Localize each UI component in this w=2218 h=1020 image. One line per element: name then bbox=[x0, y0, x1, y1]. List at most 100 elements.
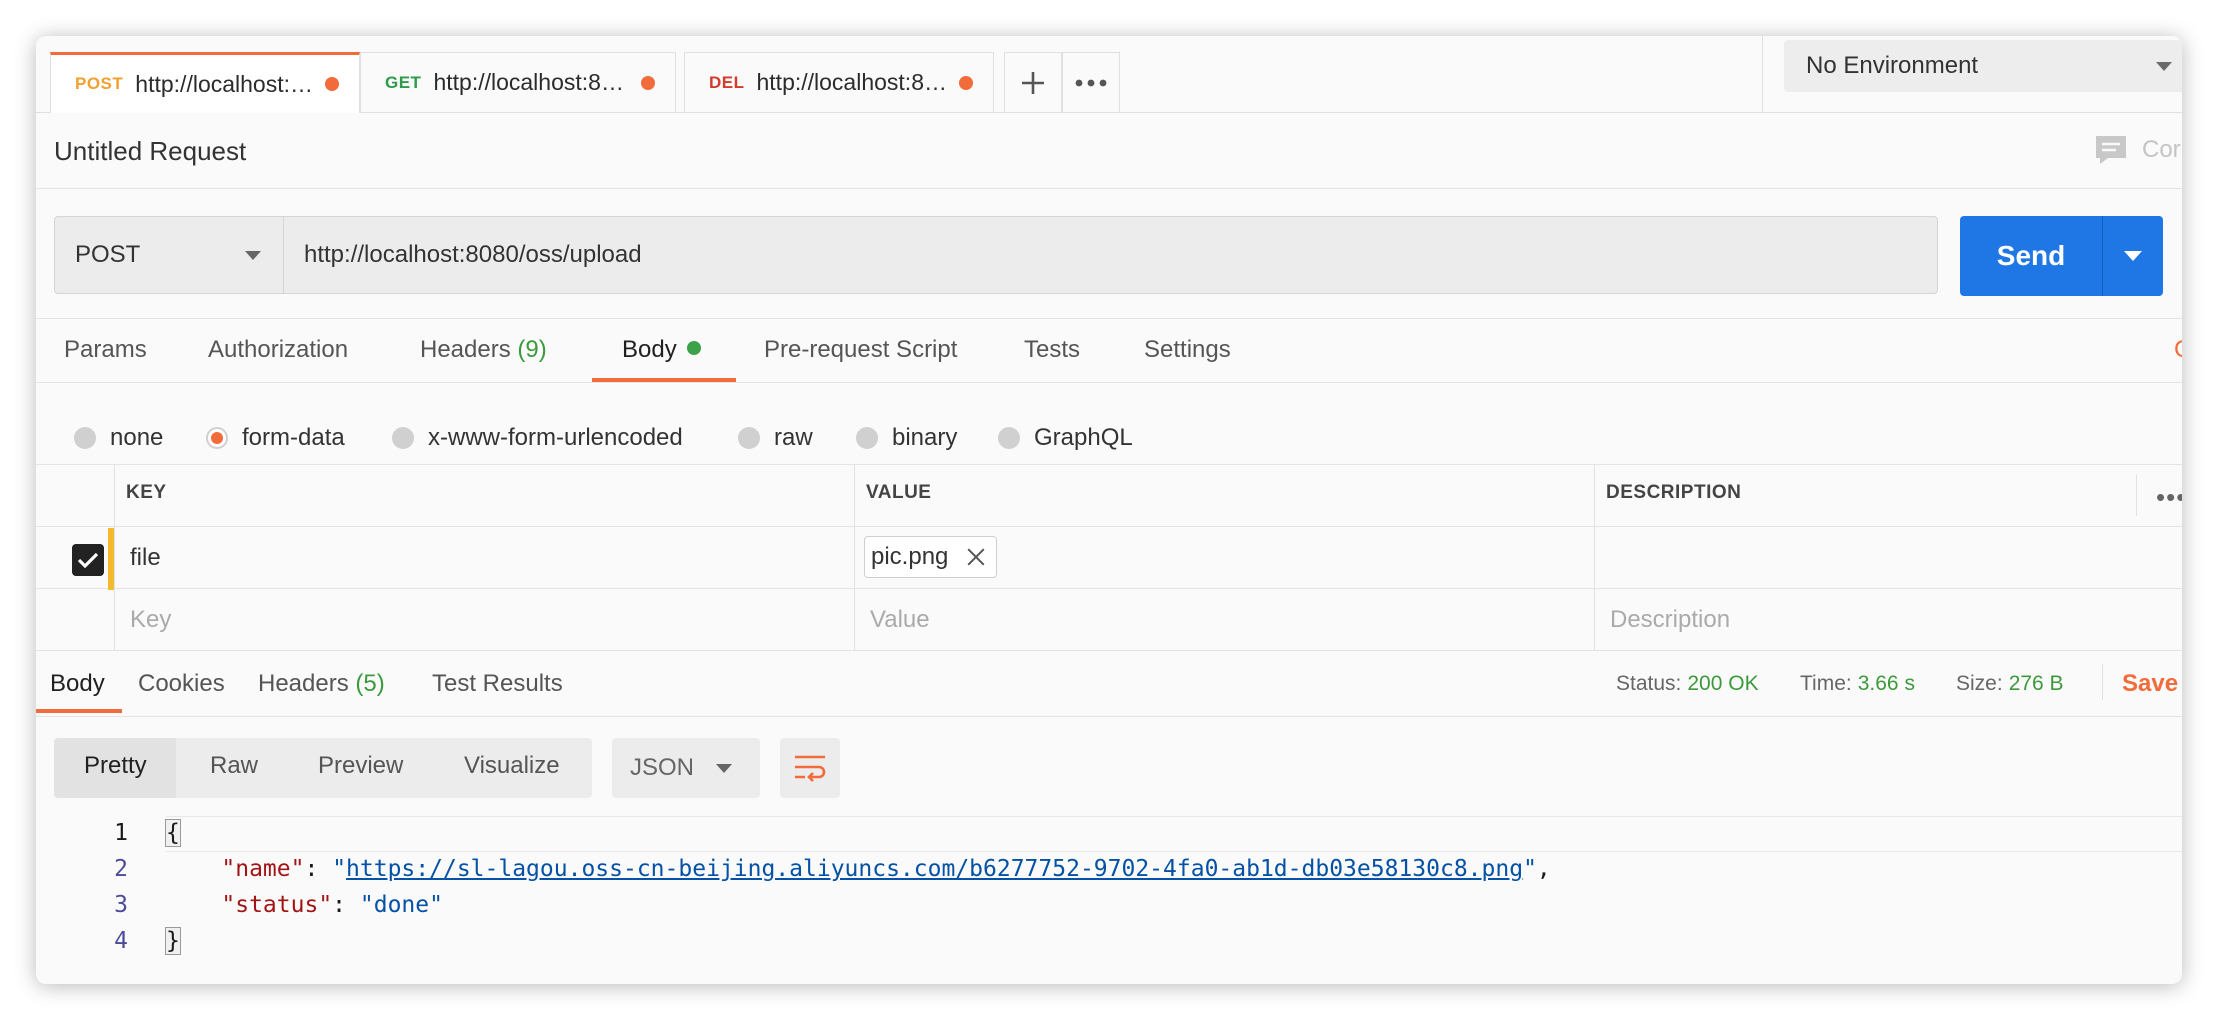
tab-body[interactable]: Body bbox=[622, 336, 701, 364]
response-tab-test-results[interactable]: Test Results bbox=[432, 670, 563, 698]
column-divider bbox=[2136, 474, 2137, 516]
tab-label: Authorization bbox=[208, 336, 349, 363]
request-title[interactable]: Untitled Request bbox=[54, 136, 246, 167]
tab-label: Settings bbox=[1144, 336, 1231, 363]
radio-circle bbox=[738, 427, 760, 449]
divider bbox=[36, 318, 2182, 319]
tab-label: Test Results bbox=[432, 670, 563, 697]
radio-label: GraphQL bbox=[1034, 424, 1133, 451]
table-more-button[interactable]: ••• bbox=[2156, 482, 2182, 513]
tab-label: Pre-request Script bbox=[764, 336, 958, 363]
url-input[interactable]: http://localhost:8080/oss/upload bbox=[284, 216, 1938, 294]
tab-label: Headers bbox=[258, 670, 349, 697]
tab-pre-request-script[interactable]: Pre-request Script bbox=[764, 336, 957, 364]
comments-label: Cor bbox=[2142, 136, 2181, 163]
request-tab-del-delete[interactable]: DEL http://localhost:8080/oss/delete bbox=[684, 52, 994, 112]
row-enabled-checkbox[interactable] bbox=[72, 544, 104, 576]
response-tab-body[interactable]: Body bbox=[50, 670, 105, 698]
column-header-value: VALUE bbox=[866, 482, 932, 503]
line-number: 2 bbox=[114, 856, 128, 882]
time-value: 3.66 s bbox=[1857, 672, 1915, 695]
file-name: pic.png bbox=[871, 543, 949, 570]
code-line-1: { bbox=[165, 819, 181, 847]
response-tab-cookies[interactable]: Cookies bbox=[138, 670, 225, 698]
save-response-button[interactable]: Save bbox=[2122, 670, 2178, 698]
postman-window: POST http://localhost:8080/oss/uplo... G… bbox=[36, 36, 2182, 984]
environment-select[interactable]: No Environment bbox=[1784, 40, 2182, 92]
new-tab-button[interactable] bbox=[1004, 52, 1062, 112]
wrap-lines-button[interactable] bbox=[780, 738, 840, 798]
tab-authorization[interactable]: Authorization bbox=[208, 336, 348, 364]
unsaved-dot-icon bbox=[325, 77, 339, 91]
view-pretty-button[interactable]: Pretty bbox=[84, 752, 147, 780]
view-visualize-button[interactable]: Visualize bbox=[464, 752, 560, 780]
open-brace: { bbox=[165, 819, 181, 847]
view-raw-button[interactable]: Raw bbox=[210, 752, 258, 780]
headers-count: (5) bbox=[355, 670, 385, 697]
file-chip[interactable]: pic.png bbox=[864, 536, 998, 578]
json-key-name: "name" bbox=[221, 856, 305, 882]
unsaved-dot-icon bbox=[641, 75, 655, 90]
column-divider bbox=[114, 464, 115, 650]
format-select[interactable]: JSON bbox=[612, 738, 760, 798]
comments-button[interactable]: Cor bbox=[2094, 134, 2181, 166]
code-line-2: "name": "https://sl-lagou.oss-cn-beijing… bbox=[221, 856, 1551, 882]
value-input[interactable]: Value bbox=[870, 606, 930, 634]
radio-circle bbox=[998, 427, 1020, 449]
request-tab-post-upload[interactable]: POST http://localhost:8080/oss/uplo... bbox=[50, 52, 360, 113]
size-label: Size: bbox=[1956, 672, 2003, 695]
key-input[interactable]: Key bbox=[130, 606, 171, 634]
radio-circle bbox=[74, 427, 96, 449]
radio-none[interactable]: none bbox=[74, 424, 163, 452]
view-preview-button[interactable]: Preview bbox=[318, 752, 403, 780]
send-button[interactable]: Send bbox=[1960, 216, 2102, 296]
radio-x-www-form-urlencoded[interactable]: x-www-form-urlencoded bbox=[392, 424, 683, 452]
radio-binary[interactable]: binary bbox=[856, 424, 957, 452]
tab-settings[interactable]: Settings bbox=[1144, 336, 1231, 364]
tab-url: http://localhost:8080/oss/down... bbox=[433, 69, 631, 95]
tab-tests[interactable]: Tests bbox=[1024, 336, 1080, 364]
tab-url: http://localhost:8080/oss/uplo... bbox=[135, 70, 315, 97]
column-header-key: KEY bbox=[126, 482, 167, 503]
description-input[interactable]: Description bbox=[1610, 606, 1730, 634]
tab-params[interactable]: Params bbox=[64, 336, 147, 364]
json-value-status: "done" bbox=[359, 892, 443, 918]
tab-url: http://localhost:8080/oss/delete bbox=[756, 69, 950, 95]
radio-graphql[interactable]: GraphQL bbox=[998, 424, 1133, 452]
cookies-link-cut[interactable]: C bbox=[2174, 336, 2182, 364]
tab-headers[interactable]: Headers (9) bbox=[420, 336, 547, 364]
response-tab-headers[interactable]: Headers (5) bbox=[258, 670, 385, 698]
code-line-3: "status": "done" bbox=[221, 892, 443, 918]
response-size[interactable]: Size: 276 B bbox=[1956, 672, 2064, 696]
method-label: GET bbox=[385, 72, 422, 92]
body-status-dot-icon bbox=[686, 341, 701, 355]
line-number: 1 bbox=[114, 820, 128, 846]
radio-raw[interactable]: raw bbox=[738, 424, 813, 452]
send-options-button[interactable] bbox=[2102, 216, 2163, 296]
radio-label: raw bbox=[774, 424, 813, 451]
tab-more-button[interactable] bbox=[1062, 52, 1120, 112]
request-tab-get-download[interactable]: GET http://localhost:8080/oss/down... bbox=[360, 52, 676, 112]
tab-label: Headers bbox=[420, 336, 511, 363]
check-icon bbox=[77, 552, 99, 569]
status-value: 200 OK bbox=[1687, 672, 1759, 695]
response-time[interactable]: Time: 3.66 s bbox=[1800, 672, 1915, 696]
json-value-url-link[interactable]: https://sl-lagou.oss-cn-beijing.aliyuncs… bbox=[346, 856, 1523, 882]
method-label: DEL bbox=[709, 72, 745, 92]
method-label: POST bbox=[75, 74, 124, 93]
remove-file-icon[interactable] bbox=[966, 547, 986, 567]
form-key-cell[interactable]: file bbox=[130, 544, 161, 572]
tab-label: Tests bbox=[1024, 336, 1081, 363]
radio-form-data[interactable]: form-data bbox=[206, 424, 345, 452]
unsaved-dot-icon bbox=[959, 75, 973, 90]
chevron-down-icon bbox=[2156, 62, 2172, 71]
chevron-down-icon bbox=[2124, 251, 2142, 261]
divider bbox=[36, 716, 2182, 717]
current-line-highlight bbox=[166, 816, 2182, 852]
table-top-border bbox=[36, 464, 2182, 465]
column-divider bbox=[1594, 464, 1595, 650]
json-key-status: "status" bbox=[221, 892, 333, 918]
plus-icon bbox=[1022, 71, 1044, 94]
tab-label: Body bbox=[622, 336, 677, 363]
method-select[interactable]: POST bbox=[54, 216, 284, 294]
